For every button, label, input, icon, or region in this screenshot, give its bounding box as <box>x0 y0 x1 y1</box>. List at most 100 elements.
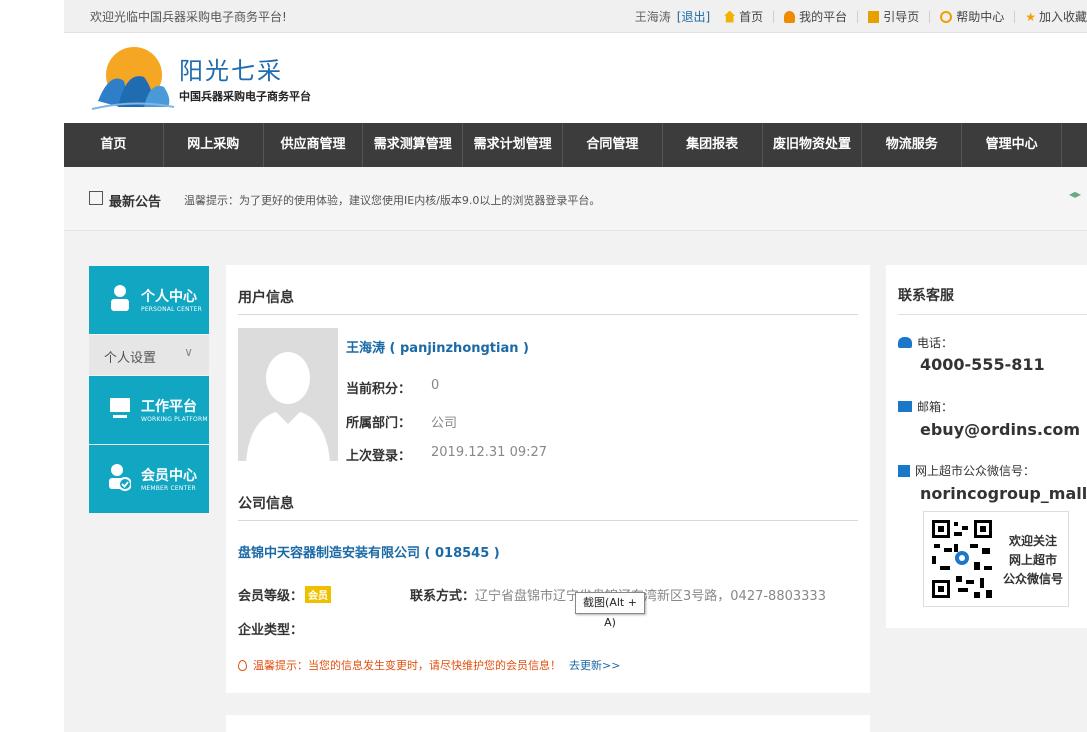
home-link[interactable]: 首页 <box>724 8 763 25</box>
company-info-title: 公司信息 <box>238 496 294 512</box>
nav-item-supplier[interactable]: 供应商管理 <box>264 123 364 167</box>
my-platform-label: 我的平台 <box>799 10 848 24</box>
star-icon: ★ <box>1025 9 1036 24</box>
nav-item-demand-plan[interactable]: 需求计划管理 <box>463 123 563 167</box>
logout-link[interactable]: [退出] <box>677 8 710 25</box>
nav-item-contract[interactable]: 合同管理 <box>563 123 663 167</box>
help-icon <box>940 10 953 23</box>
user-info-title: 用户信息 <box>238 290 294 306</box>
sidebar-working-subtitle: WORKING PLATFORM <box>141 416 208 423</box>
qr-caption-line: 公众微信号 <box>1002 572 1063 586</box>
screenshot-tooltip: 截图(Alt + A) <box>575 592 645 629</box>
divider <box>857 10 859 23</box>
email-value[interactable]: ebuy@ordins.com <box>920 420 1080 439</box>
welcome-text: 欢迎光临中国兵器采购电子商务平台! <box>90 10 287 24</box>
header: 阳光七采 中国兵器采购电子商务平台 <box>64 33 1087 123</box>
guide-icon <box>868 10 880 23</box>
divider <box>929 10 931 23</box>
dept-label: 所属部门： <box>346 416 412 431</box>
sidebar-member-center[interactable]: 会员中心 MEMBER CENTER <box>89 445 209 513</box>
qr-caption-line: 欢迎关注 <box>1008 534 1057 548</box>
notice-text[interactable]: 温馨提示：为了更好的使用体验，建议您使用IE内核/版本9.0以上的浏览器登录平台… <box>184 192 600 208</box>
qr-caption: 欢迎关注 网上超市 公众微信号 <box>1002 532 1064 589</box>
nav-item-demand-estimate[interactable]: 需求测算管理 <box>363 123 464 167</box>
tip-text: 当您的信息发生变更时，请尽快维护您的会员信息！ <box>308 659 561 672</box>
email-label-text: 邮箱： <box>917 400 954 414</box>
qrcode-icon <box>898 464 910 477</box>
logo-title: 阳光七采 <box>179 57 283 85</box>
dept-value: 公司 <box>431 416 458 431</box>
member-icon <box>109 464 131 491</box>
page: 欢迎光临中国兵器采购电子商务平台! 王海涛 [退出] 首页 我的平台 引导页 帮… <box>64 0 1087 732</box>
member-level-label: 会员等级： <box>238 589 304 604</box>
qr-box: 欢迎关注 网上超市 公众微信号 <box>923 511 1069 607</box>
my-platform-link[interactable]: 我的平台 <box>784 8 847 25</box>
user-info-card: 用户信息 王海涛 ( panjinzhongtian ) 当前积分： 0 所属部… <box>226 265 870 693</box>
sidebar-working-title: 工作平台 <box>141 399 197 415</box>
favorite-link[interactable]: ★ 加入收藏 <box>1025 8 1087 25</box>
nav-item-logistics[interactable]: 物流服务 <box>862 123 963 167</box>
person-icon <box>784 10 796 23</box>
logo-subtitle: 中国兵器采购电子商务平台 <box>179 90 311 103</box>
person-icon <box>111 285 129 311</box>
member-level-badge: 会员 <box>305 586 332 603</box>
lightbulb-icon <box>238 659 247 671</box>
wechat-value: norincogroup_mall <box>920 484 1087 503</box>
contact-service-card: 联系客服 电话： 4000-555-811 邮箱： ebuy@ordins.co… <box>886 265 1087 628</box>
sidebar-member-subtitle: MEMBER CENTER <box>141 485 196 492</box>
sidebar-personal-subtitle: PERSONAL CENTER <box>141 306 203 313</box>
contact-label: 联系方式： <box>410 589 476 604</box>
nav-item-admin[interactable]: 管理中心 <box>962 123 1062 167</box>
main-nav: 首页 网上采购 供应商管理 需求测算管理 需求计划管理 合同管理 集团报表 废旧… <box>64 123 1087 167</box>
mail-icon <box>898 401 912 412</box>
company-name-link[interactable]: 盘锦中天容器制造安装有限公司 ( 018545 ) <box>238 542 500 561</box>
nav-item-scrap-disposal[interactable]: 废旧物资处置 <box>763 123 863 167</box>
guide-link[interactable]: 引导页 <box>868 8 919 25</box>
help-label: 帮助中心 <box>956 10 1005 24</box>
wechat-qrcode-icon <box>930 518 994 600</box>
sidebar-personal-title: 个人中心 <box>141 289 197 305</box>
lower-card <box>226 715 870 732</box>
last-login-value: 2019.12.31 09:27 <box>431 445 548 460</box>
email-label: 邮箱： <box>898 398 953 415</box>
divider <box>773 10 775 23</box>
tip-label: 温馨提示： <box>253 659 308 672</box>
help-link[interactable]: 帮助中心 <box>940 8 1004 25</box>
divider <box>238 520 858 521</box>
top-bar: 欢迎光临中国兵器采购电子商务平台! 王海涛 [退出] 首页 我的平台 引导页 帮… <box>64 0 1087 33</box>
avatar <box>238 328 338 461</box>
notice-scroll-arrows-icon[interactable]: ◂▸ <box>1069 187 1081 201</box>
top-links: 王海涛 [退出] 首页 我的平台 引导页 帮助中心 ★ 加入收藏 <box>635 8 1087 25</box>
update-link[interactable]: 去更新>> <box>569 657 620 673</box>
monitor-icon <box>110 398 130 418</box>
contact-value: 辽宁省盘锦市辽宁省盘锦辽东湾新区3号路，0427-8803333 <box>475 589 826 604</box>
avatar-placeholder-icon <box>246 352 330 461</box>
user-name-link[interactable]: 王海涛 ( panjinzhongtian ) <box>346 337 529 356</box>
logo-icon[interactable] <box>90 41 176 113</box>
update-tip: 温馨提示： 当您的信息发生变更时，请尽快维护您的会员信息！ 去更新>> <box>238 657 620 673</box>
phone-label: 电话： <box>898 334 953 351</box>
contact-service-title: 联系客服 <box>898 288 954 304</box>
divider <box>1014 10 1016 23</box>
sidebar-working-platform[interactable]: 工作平台 WORKING PLATFORM <box>89 376 209 444</box>
phone-value: 4000-555-811 <box>920 355 1045 374</box>
company-type-label: 企业类型： <box>238 623 304 638</box>
guide-label: 引导页 <box>883 10 920 24</box>
divider <box>238 314 858 315</box>
nav-item-home[interactable]: 首页 <box>64 123 164 167</box>
favorite-label: 加入收藏 <box>1038 10 1087 24</box>
sidebar-personal-settings[interactable]: 个人设置 ∨ <box>89 335 209 375</box>
sidebar-personal-center[interactable]: 个人中心 PERSONAL CENTER <box>89 266 209 334</box>
home-icon <box>724 10 736 23</box>
home-link-label: 首页 <box>739 10 764 24</box>
nav-item-group-report[interactable]: 集团报表 <box>663 123 763 167</box>
points-label: 当前积分： <box>346 382 412 397</box>
notice-title: 最新公告 <box>109 195 162 210</box>
wechat-label: 网上超市公众微信号： <box>898 462 1035 479</box>
chevron-down-icon: ∨ <box>184 345 193 359</box>
nav-item-online-purchase[interactable]: 网上采购 <box>164 123 264 167</box>
member-level: 会员等级： 会员 <box>238 585 332 604</box>
qr-caption-line: 网上超市 <box>1008 553 1057 567</box>
sidebar-settings-label: 个人设置 <box>104 351 157 366</box>
last-login-label: 上次登录： <box>346 449 412 464</box>
